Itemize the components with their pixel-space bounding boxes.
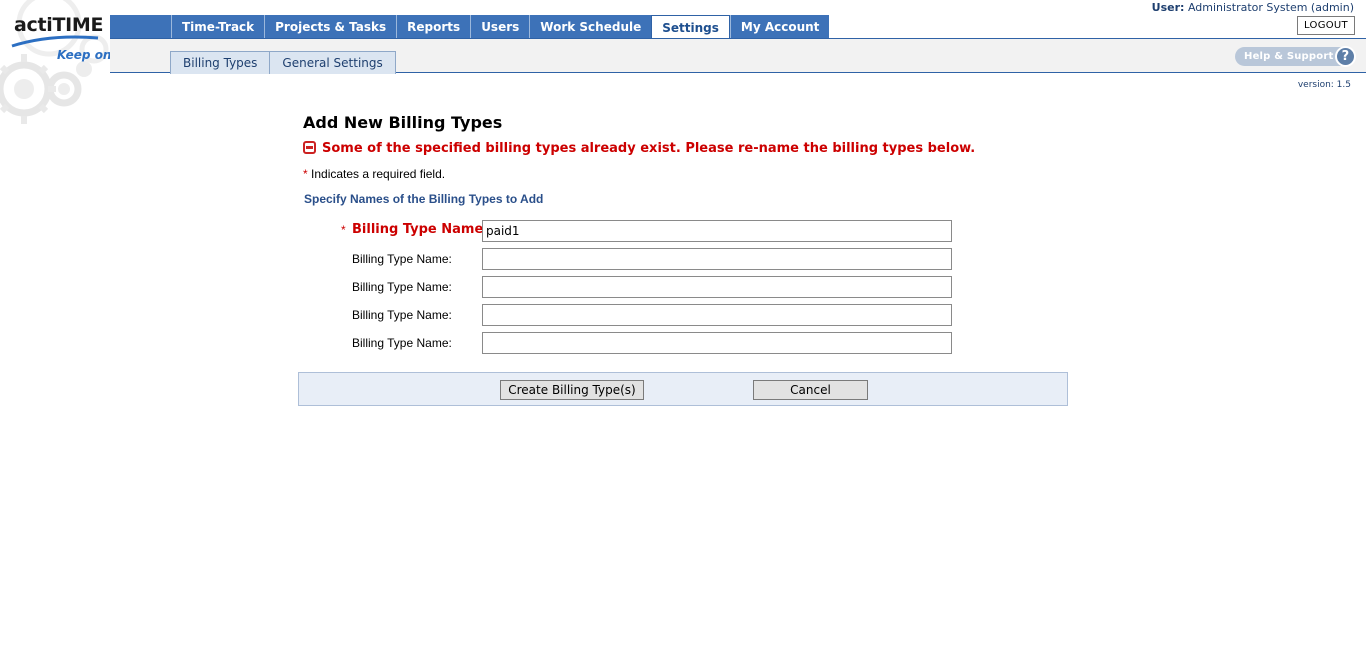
form-row: Billing Type Name: [300, 248, 960, 270]
form-row: * Billing Type Name: [300, 220, 960, 242]
tab-users[interactable]: Users [470, 15, 530, 39]
billing-type-name-input-4[interactable] [482, 304, 952, 326]
subtab-general-settings[interactable]: General Settings [270, 51, 396, 74]
form-row: Billing Type Name: [300, 332, 960, 354]
tab-projects-tasks[interactable]: Projects & Tasks [264, 15, 397, 39]
logo: actiTIME [14, 14, 104, 36]
form-row: Billing Type Name: [300, 304, 960, 326]
billing-type-name-input-5[interactable] [482, 332, 952, 354]
cancel-button[interactable]: Cancel [753, 380, 868, 400]
error-icon [303, 141, 316, 154]
billing-type-name-input-3[interactable] [482, 276, 952, 298]
sub-nav: Billing Types General Settings [170, 51, 396, 74]
billing-type-name-label: Billing Type Name: [352, 336, 452, 350]
error-message: Some of the specified billing types alre… [322, 141, 976, 156]
tab-reports[interactable]: Reports [396, 15, 471, 39]
help-icon: ? [1335, 46, 1356, 67]
user-prefix: User: [1151, 1, 1185, 14]
form-row: Billing Type Name: [300, 276, 960, 298]
top-nav: Time-Track Projects & Tasks Reports User… [110, 15, 830, 40]
required-note: * Indicates a required field. [303, 167, 445, 181]
billing-type-name-input-2[interactable] [482, 248, 952, 270]
user-name: Administrator System (admin) [1187, 1, 1354, 14]
billing-type-name-label: Billing Type Name: [352, 308, 452, 322]
billing-type-name-label: Billing Type Name: [352, 222, 489, 237]
logout-button[interactable]: LOGOUT [1297, 16, 1355, 35]
required-star: * [341, 223, 346, 237]
required-note-text: Indicates a required field. [311, 167, 446, 181]
section-title: Specify Names of the Billing Types to Ad… [304, 192, 544, 206]
billing-type-name-input-1[interactable] [482, 220, 952, 242]
subtab-billing-types[interactable]: Billing Types [170, 51, 271, 74]
version-label: version: 1.5 [1297, 80, 1351, 90]
billing-type-name-label: Billing Type Name: [352, 252, 452, 266]
required-star: * [303, 167, 308, 181]
help-support-button[interactable]: Help & Support ? [1235, 46, 1356, 67]
help-support-label: Help & Support [1244, 51, 1334, 62]
tab-time-track[interactable]: Time-Track [171, 15, 265, 39]
create-billing-types-button[interactable]: Create Billing Type(s) [500, 380, 644, 400]
user-info: User: Administrator System (admin) [1152, 1, 1354, 14]
billing-type-name-label: Billing Type Name: [352, 280, 452, 294]
tab-settings[interactable]: Settings [651, 15, 730, 40]
logo-swoosh-icon [11, 35, 99, 48]
tab-my-account[interactable]: My Account [729, 15, 830, 39]
tab-work-schedule[interactable]: Work Schedule [529, 15, 652, 39]
page-title: Add New Billing Types [303, 113, 503, 132]
top-nav-spacer [110, 15, 171, 39]
button-bar: Create Billing Type(s) Cancel [298, 372, 1068, 406]
